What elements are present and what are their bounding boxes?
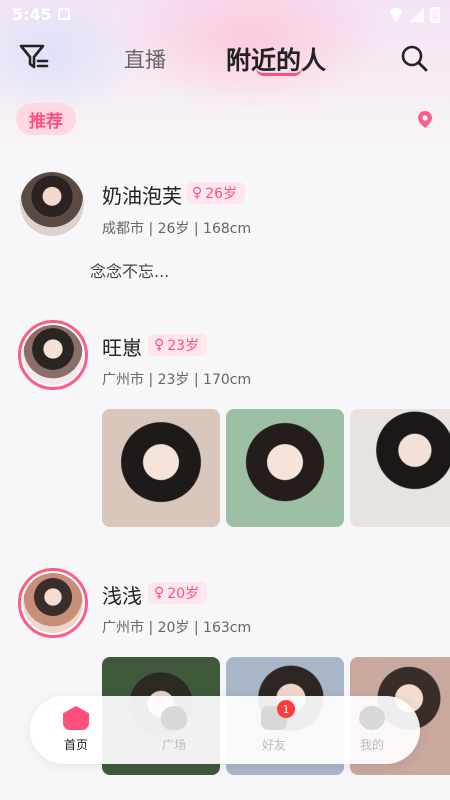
status-bar: 5:45	[0, 0, 450, 30]
avatar[interactable]	[20, 172, 84, 236]
bottom-tab-bar: 首页 广场 1 好友 我的	[30, 696, 420, 764]
tab-friends-label: 好友	[261, 738, 286, 752]
top-nav: 直播 附近的人	[0, 36, 450, 82]
user-card[interactable]: 旺崽 ♀ 23岁 广州市 | 23岁 | 170cm	[0, 318, 450, 533]
tab-live[interactable]: 直播	[124, 44, 166, 74]
age-badge: ♀ 23岁	[148, 334, 208, 356]
location-icon[interactable]	[418, 111, 432, 128]
age-badge: ♀ 20岁	[148, 582, 208, 604]
photo-thumb[interactable]	[350, 409, 450, 527]
filter-row: 推荐	[0, 100, 450, 138]
female-icon: ♀	[192, 185, 203, 201]
status-time: 5:45	[12, 5, 52, 24]
wifi-icon	[388, 8, 404, 22]
user-bio: 念念不忘...	[90, 262, 170, 281]
battery-icon	[430, 7, 440, 23]
notification-icon	[58, 8, 70, 20]
user-info: 广州市 | 23岁 | 170cm	[102, 372, 252, 388]
user-info: 成都市 | 26岁 | 168cm	[102, 221, 252, 237]
female-icon: ♀	[154, 585, 165, 601]
plaza-icon	[161, 706, 187, 730]
avatar[interactable]	[18, 320, 88, 390]
app-screen: 5:45 直播 附近的人 推荐 奶油泡芙 ♀ 26岁 成都市 | 26岁 | 1…	[0, 0, 450, 800]
age-badge: ♀ 26岁	[186, 182, 246, 204]
user-name: 浅浅	[102, 584, 142, 608]
female-icon: ♀	[154, 337, 165, 353]
tab-friends[interactable]: 1 好友	[244, 700, 304, 756]
photo-thumb[interactable]	[102, 409, 220, 527]
profile-icon	[359, 706, 385, 730]
recommend-chip[interactable]: 推荐	[16, 103, 76, 135]
tab-plaza[interactable]: 广场	[144, 706, 204, 756]
age-text: 23岁	[167, 338, 200, 354]
age-text: 20岁	[167, 586, 200, 602]
status-icons	[388, 7, 440, 23]
active-tab-indicator	[256, 68, 302, 76]
search-icon[interactable]	[400, 44, 428, 72]
tab-plaza-label: 广场	[161, 738, 186, 752]
tab-home[interactable]: 首页	[46, 706, 106, 756]
photo-thumb[interactable]	[226, 409, 344, 527]
tab-home-label: 首页	[63, 738, 88, 752]
unread-badge: 1	[277, 700, 295, 718]
home-icon	[63, 706, 89, 730]
age-text: 26岁	[205, 186, 238, 202]
user-name: 旺崽	[102, 336, 142, 360]
cellular-icon	[410, 8, 424, 22]
user-card[interactable]: 奶油泡芙 ♀ 26岁 成都市 | 26岁 | 168cm 念念不忘...	[0, 160, 450, 290]
user-name: 奶油泡芙	[102, 184, 182, 208]
tab-profile-label: 我的	[359, 738, 384, 752]
user-info: 广州市 | 20岁 | 163cm	[102, 620, 252, 636]
filter-icon[interactable]	[18, 42, 50, 72]
avatar[interactable]	[18, 568, 88, 638]
tab-profile[interactable]: 我的	[342, 706, 402, 756]
photo-strip	[102, 409, 450, 527]
